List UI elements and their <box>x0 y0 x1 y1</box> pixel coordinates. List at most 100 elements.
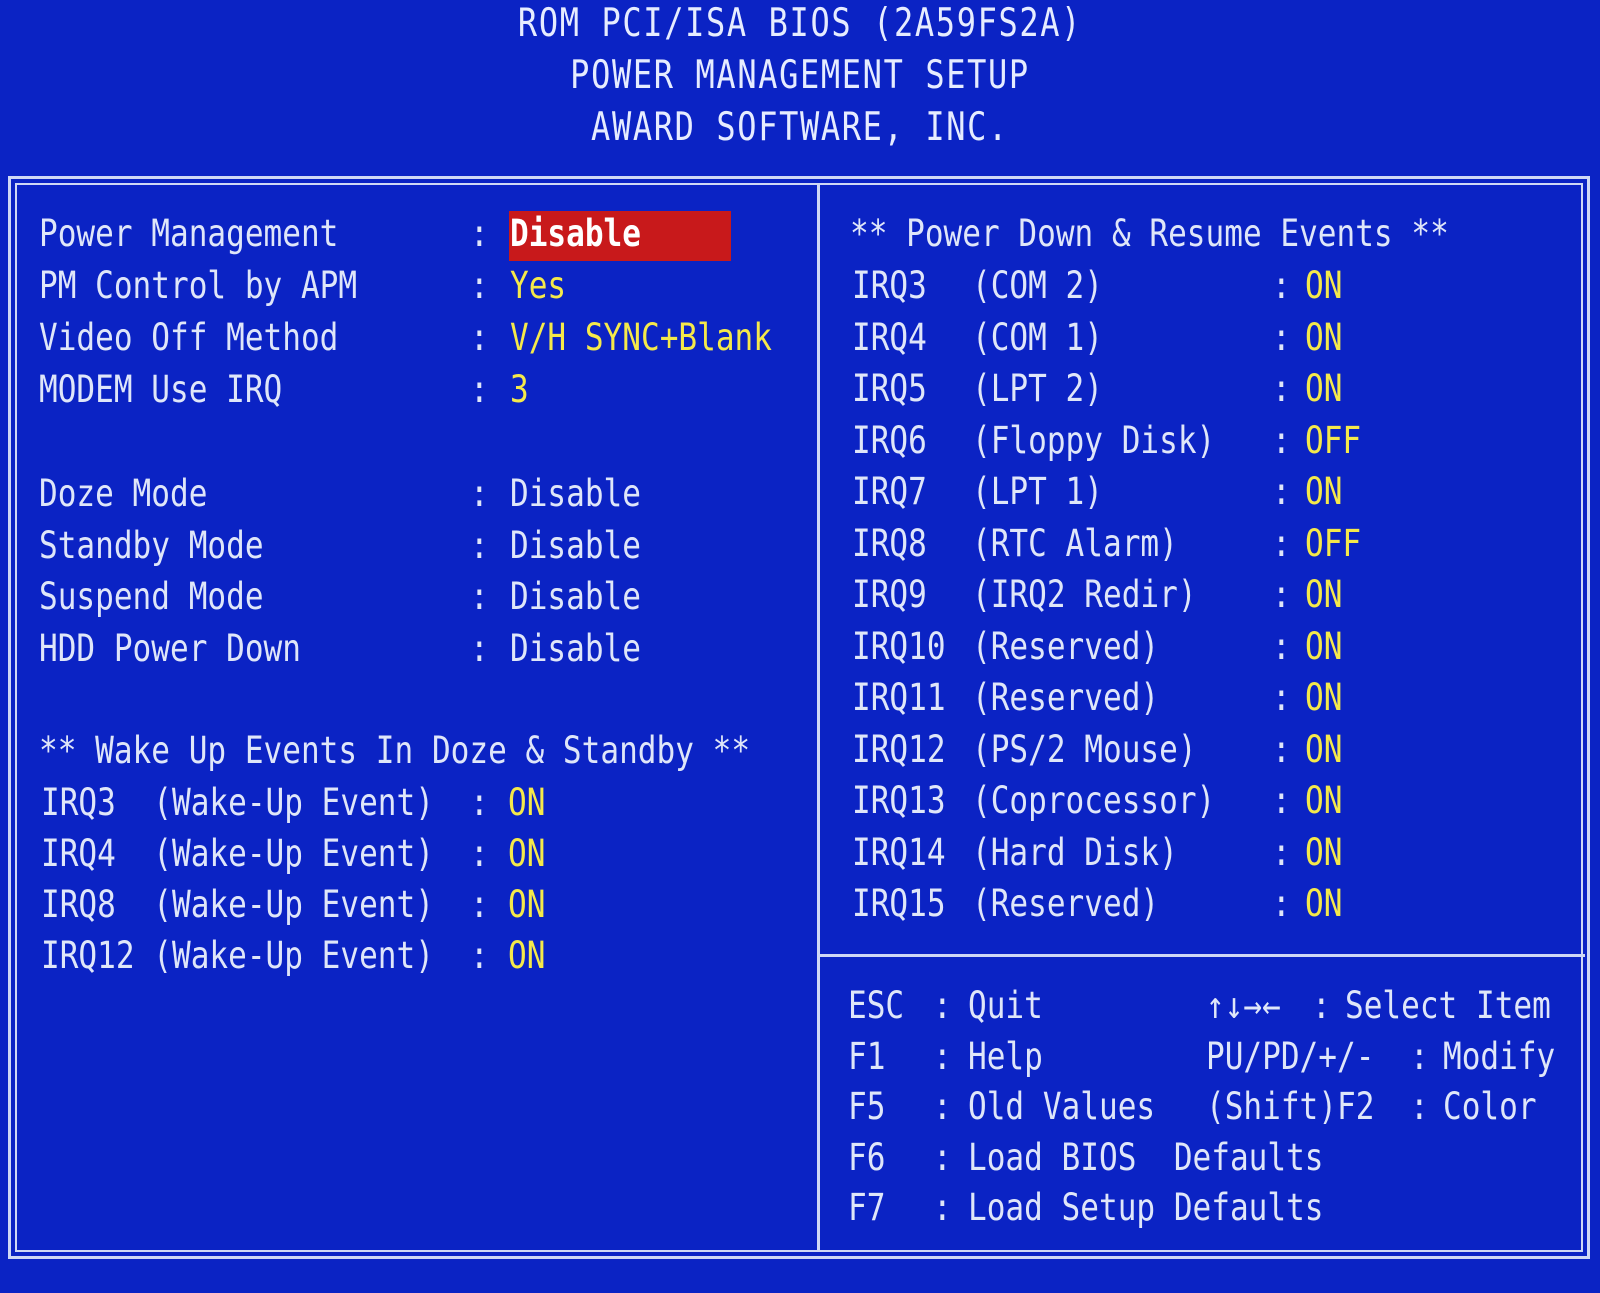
event-value[interactable]: OFF <box>1305 522 1361 566</box>
event-value[interactable]: ON <box>1305 831 1342 875</box>
event-device-label: (LPT 1) <box>972 470 1103 513</box>
mode-value-standby[interactable]: Disable <box>510 524 641 568</box>
colon: : <box>470 316 489 359</box>
help-key: PU/PD/+/- <box>1206 1035 1375 1078</box>
help-key: F7 <box>848 1186 886 1229</box>
event-irq-label: IRQ13 <box>852 779 946 822</box>
event-value[interactable]: ON <box>1305 573 1342 617</box>
colon: : <box>470 883 489 926</box>
event-device-label: (Reserved) <box>972 676 1160 719</box>
event-irq-label: IRQ8 <box>852 522 927 565</box>
event-value[interactable]: ON <box>1305 264 1342 308</box>
wake-label-irq8: IRQ8 (Wake-Up Event) <box>41 883 434 926</box>
event-irq-label: IRQ9 <box>852 573 927 616</box>
mode-value-suspend[interactable]: Disable <box>510 575 641 619</box>
setting-label-power-management: Power Management <box>39 212 339 255</box>
colon: : <box>470 264 489 307</box>
setting-label-modem-irq: MODEM Use IRQ <box>39 368 283 411</box>
mode-label-hdd-power-down: HDD Power Down <box>39 627 301 670</box>
colon: : <box>933 1136 952 1179</box>
vendor-title: AWARD SOFTWARE, INC. <box>591 105 1009 150</box>
setting-value-pm-control[interactable]: Yes <box>510 264 566 308</box>
colon: : <box>1272 779 1291 822</box>
wake-label-irq3: IRQ3 (Wake-Up Event) <box>41 781 434 824</box>
colon: : <box>933 1186 952 1229</box>
mode-value-doze[interactable]: Disable <box>510 472 641 516</box>
colon: : <box>1272 676 1291 719</box>
colon: : <box>1272 522 1291 565</box>
bios-title: ROM PCI/ISA BIOS (2A59FS2A) <box>517 1 1083 46</box>
bios-screen: ROM PCI/ISA BIOS (2A59FS2A) POWER MANAGE… <box>0 0 1600 1293</box>
help-key: ↑↓→← <box>1206 984 1281 1027</box>
colon: : <box>1272 264 1291 307</box>
setting-value-modem-irq[interactable]: 3 <box>510 368 529 412</box>
help-key: F6 <box>848 1136 886 1179</box>
help-key: ESC <box>848 984 905 1027</box>
event-value[interactable]: ON <box>1305 470 1342 514</box>
event-irq-label: IRQ11 <box>852 676 946 719</box>
setting-label-pm-control: PM Control by APM <box>39 264 358 307</box>
event-value[interactable]: ON <box>1305 676 1342 720</box>
colon: : <box>933 1085 952 1128</box>
setup-title: POWER MANAGEMENT SETUP <box>570 53 1030 98</box>
event-value[interactable]: ON <box>1305 316 1342 360</box>
help-action: Modify <box>1443 1035 1556 1078</box>
wake-events-title: ** Wake Up Events In Doze & Standby ** <box>39 729 751 772</box>
setting-value-power-management[interactable]: Disable <box>510 212 641 256</box>
colon: : <box>1410 1035 1429 1078</box>
colon: : <box>933 984 952 1027</box>
event-value[interactable]: ON <box>1305 882 1342 926</box>
setting-label-video-off: Video Off Method <box>39 316 339 359</box>
event-device-label: (Coprocessor) <box>972 779 1216 822</box>
colon: : <box>933 1035 952 1078</box>
event-value[interactable]: ON <box>1305 625 1342 669</box>
help-key: F5 <box>848 1085 886 1128</box>
event-value[interactable]: ON <box>1305 779 1342 823</box>
event-value[interactable]: ON <box>1305 728 1342 772</box>
colon: : <box>1410 1085 1429 1128</box>
event-irq-label: IRQ14 <box>852 831 946 874</box>
event-irq-label: IRQ7 <box>852 470 927 513</box>
event-device-label: (Floppy Disk) <box>972 419 1216 462</box>
help-action: Load BIOS Defaults <box>968 1136 1324 1179</box>
colon: : <box>470 212 489 255</box>
event-irq-label: IRQ10 <box>852 625 946 668</box>
event-irq-label: IRQ6 <box>852 419 927 462</box>
wake-label-irq4: IRQ4 (Wake-Up Event) <box>41 832 434 875</box>
colon: : <box>470 368 489 411</box>
event-irq-label: IRQ3 <box>852 264 927 307</box>
colon: : <box>1272 882 1291 925</box>
colon: : <box>1272 831 1291 874</box>
event-device-label: (Hard Disk) <box>972 831 1178 874</box>
column-divider <box>817 183 820 1252</box>
wake-label-irq12: IRQ12 (Wake-Up Event) <box>41 934 434 977</box>
colon: : <box>470 472 489 515</box>
colon: : <box>470 781 489 824</box>
wake-value-irq3[interactable]: ON <box>508 781 545 825</box>
colon: : <box>1272 625 1291 668</box>
help-action: Select Item <box>1345 984 1551 1027</box>
colon: : <box>470 575 489 618</box>
mode-value-hdd-power-down[interactable]: Disable <box>510 627 641 671</box>
colon: : <box>1272 316 1291 359</box>
help-action: Color <box>1443 1085 1537 1128</box>
colon: : <box>470 832 489 875</box>
colon: : <box>470 934 489 977</box>
event-device-label: (Reserved) <box>972 882 1160 925</box>
help-action: Load Setup Defaults <box>968 1186 1324 1229</box>
event-value[interactable]: ON <box>1305 367 1342 411</box>
event-value[interactable]: OFF <box>1305 419 1361 463</box>
event-device-label: (IRQ2 Redir) <box>972 573 1197 616</box>
wake-value-irq12[interactable]: ON <box>508 934 545 978</box>
colon: : <box>1272 367 1291 410</box>
colon: : <box>470 524 489 567</box>
setting-value-video-off[interactable]: V/H SYNC+Blank <box>510 316 772 360</box>
help-action: Quit <box>968 984 1043 1027</box>
wake-value-irq4[interactable]: ON <box>508 832 545 876</box>
colon: : <box>1272 470 1291 513</box>
event-device-label: (COM 1) <box>972 316 1103 359</box>
help-action: Help <box>968 1035 1043 1078</box>
colon: : <box>1272 419 1291 462</box>
wake-value-irq8[interactable]: ON <box>508 883 545 927</box>
colon: : <box>1272 728 1291 771</box>
